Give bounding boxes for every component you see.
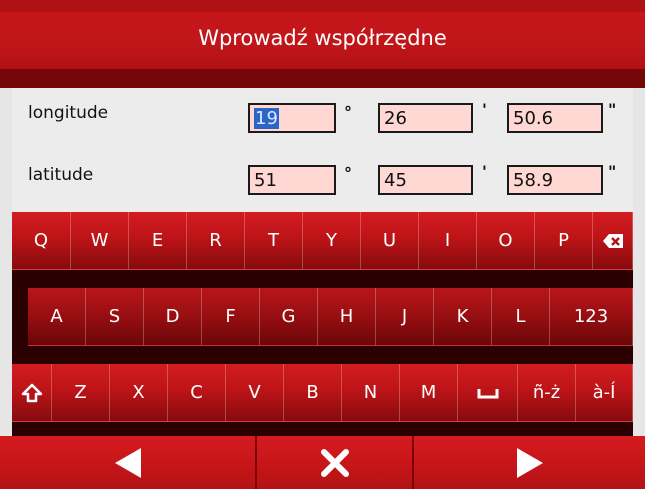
- longitude-minutes-field[interactable]: 26: [378, 103, 473, 133]
- right-arrow-icon: [516, 447, 543, 478]
- latitude-degrees-field[interactable]: 51: [248, 165, 336, 195]
- space-icon: [477, 388, 498, 398]
- latitude-second-symbol: ": [608, 162, 617, 181]
- bottom-navigation-bar: [0, 436, 645, 489]
- key-z[interactable]: Z: [52, 364, 110, 422]
- key-t[interactable]: T: [245, 212, 303, 270]
- key-v[interactable]: V: [226, 364, 284, 422]
- backspace-icon: [602, 233, 623, 248]
- key-a[interactable]: A: [28, 288, 86, 346]
- key-l[interactable]: L: [492, 288, 550, 346]
- key-j[interactable]: J: [376, 288, 434, 346]
- special-chars-key-a[interactable]: à-Í: [576, 364, 633, 422]
- key-f[interactable]: F: [202, 288, 260, 346]
- left-arrow-icon: [114, 447, 141, 478]
- close-icon: [320, 448, 349, 477]
- key-b[interactable]: B: [284, 364, 342, 422]
- key-o[interactable]: O: [477, 212, 535, 270]
- key-s[interactable]: S: [86, 288, 144, 346]
- coordinates-panel: longitude 19 ° 26 ' 50.6 " latitude 51 °…: [12, 88, 633, 212]
- key-y[interactable]: Y: [303, 212, 361, 270]
- key-h[interactable]: H: [318, 288, 376, 346]
- key-r[interactable]: R: [187, 212, 245, 270]
- key-g[interactable]: G: [260, 288, 318, 346]
- page-title: Wprowadź współrzędne: [198, 26, 447, 50]
- longitude-label: longitude: [28, 103, 109, 123]
- onscreen-keyboard: Q W E R T Y U I O P A S D F G H J K L 12…: [12, 212, 633, 436]
- title-bar: Wprowadź współrzędne: [0, 0, 645, 88]
- longitude-second-symbol: ": [608, 100, 617, 119]
- shift-key[interactable]: [12, 364, 52, 422]
- longitude-degrees-field[interactable]: 19: [248, 103, 336, 133]
- latitude-minutes-field[interactable]: 45: [378, 165, 473, 195]
- latitude-label: latitude: [28, 165, 94, 185]
- key-c[interactable]: C: [168, 364, 226, 422]
- longitude-degree-symbol: °: [344, 103, 352, 122]
- backspace-key[interactable]: [593, 212, 633, 270]
- key-p[interactable]: P: [535, 212, 593, 270]
- key-i[interactable]: I: [419, 212, 477, 270]
- latitude-minute-symbol: ': [482, 162, 487, 181]
- key-e[interactable]: E: [129, 212, 187, 270]
- app-window: Wprowadź współrzędne longitude 19 ° 26 '…: [0, 0, 645, 489]
- key-w[interactable]: W: [71, 212, 129, 270]
- key-u[interactable]: U: [361, 212, 419, 270]
- key-n[interactable]: N: [342, 364, 400, 422]
- next-button[interactable]: [414, 436, 645, 489]
- cancel-button[interactable]: [257, 436, 412, 489]
- longitude-seconds-field[interactable]: 50.6: [507, 103, 603, 133]
- back-button[interactable]: [0, 436, 255, 489]
- key-q[interactable]: Q: [12, 212, 71, 270]
- title-bar-bottom-stripe: [0, 69, 645, 88]
- key-k[interactable]: K: [434, 288, 492, 346]
- longitude-degrees-value: 19: [254, 108, 279, 129]
- longitude-minute-symbol: ': [482, 100, 487, 119]
- latitude-seconds-field[interactable]: 58.9: [507, 165, 603, 195]
- shift-arrow-icon: [21, 383, 42, 402]
- key-x[interactable]: X: [110, 364, 168, 422]
- title-bar-top-stripe: [0, 0, 645, 12]
- space-key[interactable]: [458, 364, 518, 422]
- special-chars-key-n[interactable]: ñ-ż: [518, 364, 576, 422]
- numbers-key[interactable]: 123: [550, 288, 633, 346]
- latitude-degree-symbol: °: [344, 164, 352, 183]
- key-m[interactable]: M: [400, 364, 458, 422]
- key-d[interactable]: D: [144, 288, 202, 346]
